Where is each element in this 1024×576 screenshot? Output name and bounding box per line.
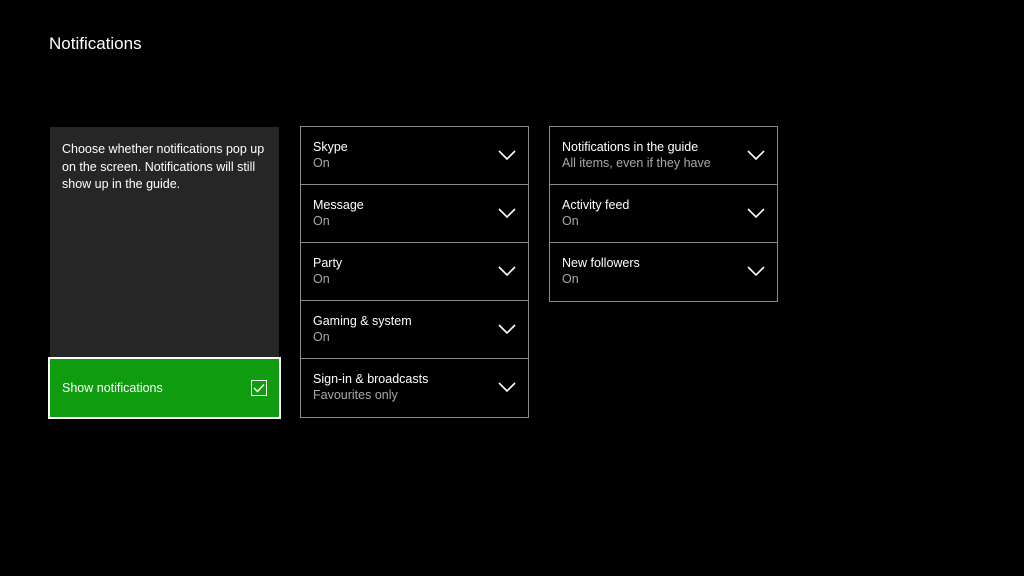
setting-label: Activity feed bbox=[562, 198, 630, 212]
setting-skype[interactable]: Skype On bbox=[301, 127, 528, 185]
setting-label: Message bbox=[313, 198, 364, 212]
setting-value: On bbox=[313, 156, 330, 170]
setting-value: On bbox=[562, 214, 579, 228]
setting-value: On bbox=[313, 330, 330, 344]
notifications-page: Notifications Choose whether notificatio… bbox=[0, 0, 1024, 576]
setting-new-followers[interactable]: New followers On bbox=[550, 243, 777, 301]
checkmark-icon bbox=[253, 383, 265, 393]
setting-sign-in-broadcasts[interactable]: Sign-in & broadcasts Favourites only bbox=[301, 359, 528, 417]
setting-value: On bbox=[313, 272, 330, 286]
guide-settings-column: Notifications in the guide All items, ev… bbox=[549, 126, 778, 302]
chevron-down-icon bbox=[498, 323, 516, 335]
chevron-down-icon bbox=[747, 207, 765, 219]
chevron-down-icon bbox=[498, 265, 516, 277]
chevron-down-icon bbox=[747, 149, 765, 161]
setting-value: On bbox=[313, 214, 330, 228]
chevron-down-icon bbox=[747, 265, 765, 277]
chevron-down-icon bbox=[498, 381, 516, 393]
page-title: Notifications bbox=[49, 34, 142, 53]
setting-activity-feed[interactable]: Activity feed On bbox=[550, 185, 777, 243]
setting-gaming-system[interactable]: Gaming & system On bbox=[301, 301, 528, 359]
setting-party[interactable]: Party On bbox=[301, 243, 528, 301]
info-description: Choose whether notifications pop up on t… bbox=[62, 142, 265, 191]
setting-label: Sign-in & broadcasts bbox=[313, 372, 429, 386]
setting-notifications-in-guide[interactable]: Notifications in the guide All items, ev… bbox=[550, 127, 777, 185]
notification-types-column: Skype On Message On Party On Gaming & sy… bbox=[300, 126, 529, 418]
setting-value: On bbox=[562, 272, 579, 286]
setting-label: New followers bbox=[562, 256, 640, 270]
setting-value: All items, even if they have bbox=[562, 156, 711, 170]
show-notifications-label: Show notifications bbox=[62, 381, 163, 395]
info-panel: Choose whether notifications pop up on t… bbox=[50, 127, 279, 358]
show-notifications-checkbox[interactable] bbox=[251, 380, 267, 396]
setting-label: Gaming & system bbox=[313, 314, 412, 328]
setting-label: Skype bbox=[313, 140, 348, 154]
chevron-down-icon bbox=[498, 149, 516, 161]
chevron-down-icon bbox=[498, 207, 516, 219]
show-notifications-toggle[interactable]: Show notifications bbox=[48, 357, 281, 419]
setting-label: Notifications in the guide bbox=[562, 140, 699, 154]
setting-label: Party bbox=[313, 256, 343, 270]
setting-message[interactable]: Message On bbox=[301, 185, 528, 243]
setting-value: Favourites only bbox=[313, 388, 398, 402]
